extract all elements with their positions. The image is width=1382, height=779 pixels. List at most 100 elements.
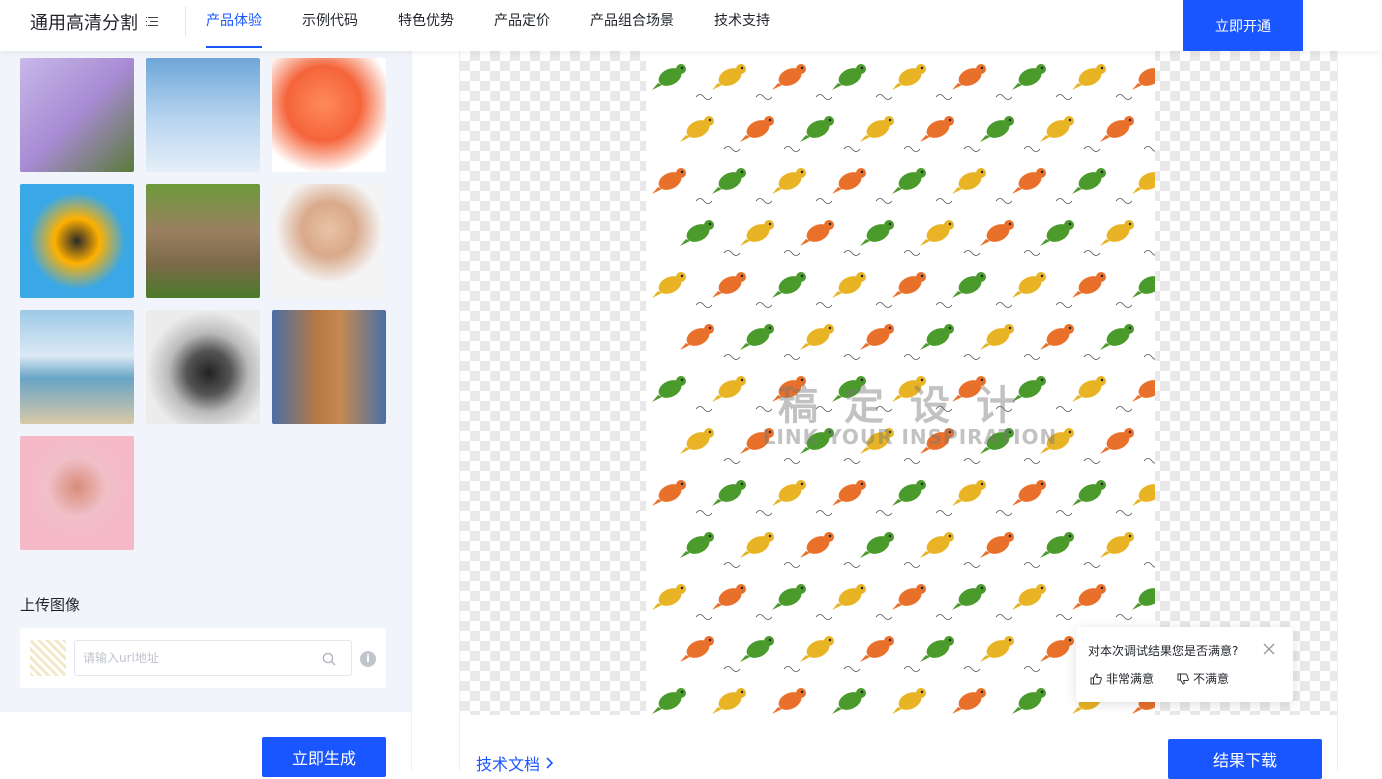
download-result-button[interactable]: 结果下载 — [1168, 739, 1322, 779]
generate-now-button[interactable]: 立即生成 — [262, 737, 386, 777]
feedback-very-satisfied-label: 非常满意 — [1106, 672, 1155, 686]
pattern-bird — [860, 116, 894, 142]
pattern-bird — [740, 220, 774, 246]
pattern-bird — [680, 116, 714, 142]
pattern-bird — [1072, 64, 1106, 90]
pattern-bird — [800, 324, 834, 350]
sample-image-clothing-flatlay[interactable] — [272, 310, 386, 424]
pattern-bird — [772, 480, 806, 506]
pattern-doodle — [903, 146, 921, 152]
pattern-doodle — [903, 354, 921, 360]
pattern-doodle — [843, 250, 861, 256]
pattern-doodle — [695, 614, 713, 620]
pattern-bird — [892, 168, 926, 194]
pattern-doodle — [815, 302, 833, 308]
pattern-bird — [772, 64, 806, 90]
pattern-doodle — [1023, 666, 1041, 672]
pattern-bird — [740, 636, 774, 662]
pattern-doodle — [1055, 614, 1073, 620]
sample-image-woman-pink[interactable] — [20, 436, 134, 550]
pattern-bird — [1132, 172, 1155, 194]
nav-tab-pricing[interactable]: 产品定价 — [494, 0, 550, 51]
pattern-doodle — [875, 614, 893, 620]
pattern-bird — [772, 168, 806, 194]
sample-image-woman-sunglasses[interactable] — [20, 184, 134, 298]
sample-image-salmon[interactable] — [272, 58, 386, 172]
pattern-doodle — [815, 94, 833, 100]
pattern-doodle — [723, 458, 741, 464]
pattern-doodle — [1143, 354, 1155, 360]
pattern-bird — [980, 532, 1014, 558]
pattern-bird — [740, 532, 774, 558]
pattern-doodle — [995, 94, 1013, 100]
pattern-doodle — [903, 562, 921, 568]
upload-preview-thumbnail[interactable] — [30, 640, 66, 676]
pattern-bird — [712, 480, 746, 506]
upload-image-title: 上传图像 — [20, 596, 81, 614]
info-icon[interactable]: i — [360, 651, 376, 667]
pattern-doodle — [723, 146, 741, 152]
pattern-bird — [652, 584, 686, 610]
thumbs-up-icon — [1090, 672, 1102, 684]
result-canvas: 稿定设计 LINK YOUR INSPIRATION — [459, 51, 1338, 715]
pattern-bird — [772, 688, 806, 714]
nav-tab-features[interactable]: 特色优势 — [398, 0, 454, 51]
pattern-doodle — [1023, 354, 1041, 360]
url-input[interactable] — [74, 640, 352, 676]
feedback-not-satisfied[interactable]: 不满意 — [1177, 670, 1229, 687]
pattern-doodle — [843, 562, 861, 568]
pattern-doodle — [723, 562, 741, 568]
pattern-bird — [1012, 584, 1046, 610]
pattern-bird — [1012, 688, 1046, 714]
pattern-bird — [892, 64, 926, 90]
thumbs-down-icon — [1177, 673, 1189, 685]
sample-image-portrait[interactable] — [272, 184, 386, 298]
pattern-doodle — [1083, 458, 1101, 464]
nav-tab-combination-scenarios[interactable]: 产品组合场景 — [590, 0, 674, 51]
sample-image-iris-flowers[interactable] — [20, 58, 134, 172]
pattern-doodle — [1083, 146, 1101, 152]
menu-list-icon[interactable] — [146, 17, 158, 27]
pattern-doodle — [963, 458, 981, 464]
pattern-bird — [832, 584, 866, 610]
pattern-doodle — [843, 146, 861, 152]
activate-now-button[interactable]: 立即开通 — [1183, 0, 1303, 51]
pattern-bird — [652, 64, 686, 90]
pattern-doodle — [755, 302, 773, 308]
search-icon[interactable] — [322, 652, 336, 666]
feedback-not-satisfied-label: 不满意 — [1193, 672, 1230, 686]
pattern-doodle — [783, 666, 801, 672]
pattern-doodle — [695, 406, 713, 412]
pattern-bird — [952, 168, 986, 194]
upload-box: i — [20, 628, 386, 688]
pattern-doodle — [843, 354, 861, 360]
nav-tab-tech-support[interactable]: 技术支持 — [714, 0, 770, 51]
pattern-doodle — [1055, 510, 1073, 516]
sample-image-camera[interactable] — [146, 310, 260, 424]
pattern-bird — [1100, 532, 1134, 558]
header-divider — [185, 6, 186, 36]
pattern-bird — [860, 636, 894, 662]
close-icon[interactable] — [1263, 643, 1275, 655]
sample-image-tortoise[interactable] — [146, 184, 260, 298]
pattern-bird — [800, 220, 834, 246]
pattern-doodle — [1023, 250, 1041, 256]
tech-doc-label: 技术文档 — [476, 755, 541, 774]
pattern-bird — [1100, 428, 1134, 454]
tech-doc-link[interactable]: 技术文档 — [476, 751, 554, 775]
sample-image-airplane[interactable] — [146, 58, 260, 172]
nav-tab-sample-code[interactable]: 示例代码 — [302, 0, 358, 51]
pattern-doodle — [875, 510, 893, 516]
pattern-doodle — [1115, 302, 1133, 308]
pattern-bird — [920, 532, 954, 558]
pattern-doodle — [1083, 250, 1101, 256]
pattern-bird — [680, 324, 714, 350]
pattern-bird — [980, 220, 1014, 246]
nav-tab-product-experience[interactable]: 产品体验 — [206, 0, 262, 51]
feedback-very-satisfied[interactable]: 非常满意 — [1090, 670, 1154, 687]
pattern-doodle — [1023, 458, 1041, 464]
sample-image-beach-couple[interactable] — [20, 310, 134, 424]
pattern-bird — [980, 636, 1014, 662]
pattern-bird — [1040, 220, 1074, 246]
pattern-bird — [680, 220, 714, 246]
